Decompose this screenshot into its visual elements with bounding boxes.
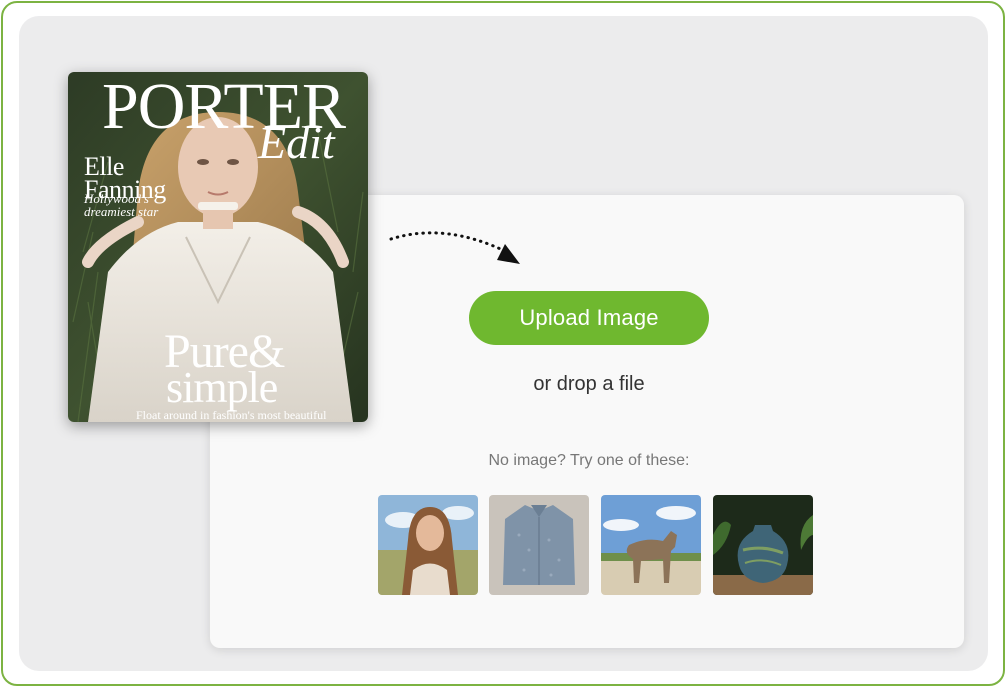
sample-image-vase[interactable] [713, 495, 813, 595]
cover-blurb: Float around in fashion's most beautiful [136, 408, 327, 422]
upload-image-button[interactable]: Upload Image [469, 291, 709, 345]
sample-image-shirt[interactable] [489, 495, 589, 595]
cover-tagline: Hollywood's dreamiest star [84, 191, 159, 219]
dotted-curved-arrow-icon [389, 231, 520, 264]
sample-image-woman[interactable] [378, 495, 478, 595]
drop-file-text: or drop a file [533, 373, 645, 395]
example-magazine-cover: PORTER Edit Elle Fanning Hollywood's dre… [68, 72, 368, 422]
cover-masthead-sub: Edit [258, 117, 335, 168]
cover-headline-2: simple [166, 363, 278, 412]
sample-prompt: No image? Try one of these: [488, 452, 690, 469]
sample-image-wolf[interactable] [601, 495, 701, 595]
